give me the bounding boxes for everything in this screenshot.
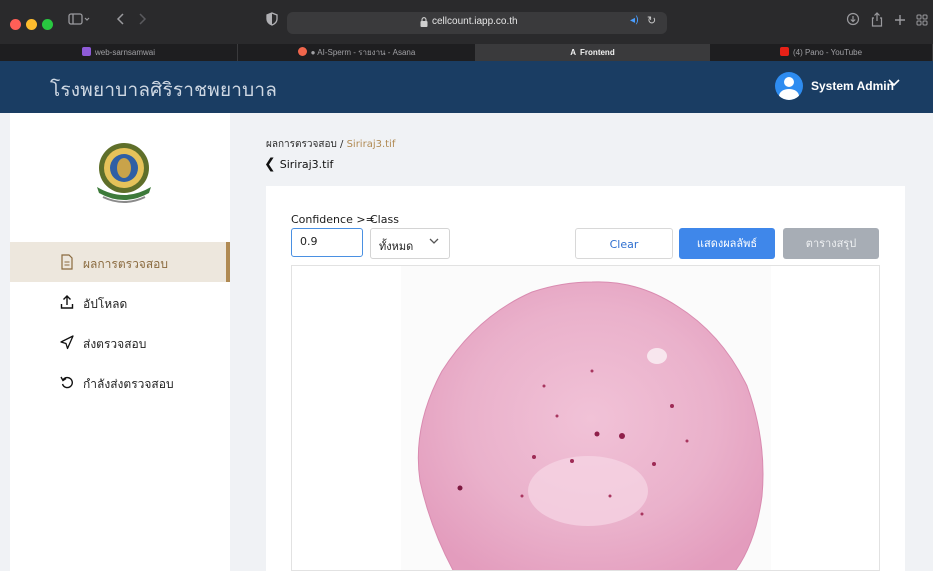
user-name[interactable]: System Admin	[811, 79, 894, 93]
send-icon	[59, 334, 75, 350]
app-header: โรงพยาบาลศิริราชพยาบาล System Admin	[0, 61, 933, 113]
tab-favicon-icon	[81, 47, 91, 56]
sidebar: ผลการตรวจสอบ อัปโหลด ส่งตรวจสอบ กำลังส่ง…	[10, 113, 230, 571]
browser-tab-asana[interactable]: ● AI-Sperm - รายงาน - Asana	[238, 44, 476, 61]
minimize-window-button[interactable]	[26, 19, 37, 30]
breadcrumb-parent-link[interactable]: ผลการตรวจสอบ	[266, 139, 337, 150]
browser-tab-youtube[interactable]: (4) Pano - YouTube	[710, 44, 933, 61]
browser-titlebar: cellcount.iapp.co.th ◂) ↻	[0, 0, 933, 44]
url-text: cellcount.iapp.co.th	[432, 16, 518, 27]
sidebar-item-upload[interactable]: อัปโหลด	[10, 282, 230, 322]
tab-favicon-icon	[297, 47, 307, 56]
confidence-label: Confidence >=	[291, 213, 375, 226]
summary-table-button[interactable]: ตารางสรุป	[783, 228, 879, 259]
sidebar-item-label: ผลการตรวจสอบ	[83, 257, 168, 271]
back-nav-icon[interactable]	[116, 12, 126, 32]
tab-label: (4) Pano - YouTube	[792, 48, 863, 57]
show-results-button[interactable]: แสดงผลลัพธ์	[679, 228, 775, 259]
tab-label: Frontend	[580, 48, 615, 57]
class-select[interactable]: ทั้งหมด	[370, 228, 450, 259]
forward-nav-icon[interactable]	[137, 12, 147, 32]
document-icon	[59, 254, 75, 270]
breadcrumb: ผลการตรวจสอบ / Siriraj3.tif	[266, 137, 395, 152]
breadcrumb-current: Siriraj3.tif	[346, 139, 396, 150]
class-label: Class	[370, 213, 399, 226]
reload-icon[interactable]: ↻	[647, 14, 656, 27]
sidebar-item-sending[interactable]: กำลังส่งตรวจสอบ	[10, 362, 230, 402]
zoom-window-button[interactable]	[42, 19, 53, 30]
tab-label: web-sarnsamwai	[94, 48, 156, 57]
new-tab-icon[interactable]	[894, 12, 906, 32]
angular-logo-icon: A	[570, 48, 577, 57]
browser-tab-strip: web-sarnsamwai ● AI-Sperm - รายงาน - Asa…	[0, 44, 933, 61]
sidebar-item-label: กำลังส่งตรวจสอบ	[83, 377, 174, 391]
chevron-down-icon	[429, 237, 439, 248]
browser-tab-frontend[interactable]: A Frontend	[476, 44, 710, 61]
browser-tab-web-sarnsamwai[interactable]: web-sarnsamwai	[0, 44, 238, 61]
sidebar-item-label: ส่งตรวจสอบ	[83, 337, 147, 351]
class-select-value: ทั้งหมด	[379, 240, 414, 253]
sidebar-toggle-icon[interactable]	[68, 12, 90, 32]
chevron-left-icon[interactable]: ❮	[264, 156, 276, 172]
breadcrumb-separator: /	[336, 139, 347, 150]
tissue-slide-image	[417, 281, 764, 570]
share-icon[interactable]	[870, 12, 884, 34]
refresh-icon	[59, 374, 75, 390]
upload-icon	[59, 294, 75, 310]
back-row[interactable]: ❮ Siriraj3.tif	[264, 156, 333, 172]
clear-button[interactable]: Clear	[575, 228, 673, 259]
tab-label: ● AI-Sperm - รายงาน - Asana	[310, 48, 416, 57]
youtube-favicon-icon	[779, 47, 789, 56]
privacy-shield-icon[interactable]	[266, 12, 278, 32]
tab-overview-icon[interactable]	[916, 12, 928, 32]
hospital-title: โรงพยาบาลศิริราชพยาบาล	[50, 79, 278, 101]
lock-icon	[420, 17, 428, 27]
sidebar-item-label: อัปโหลด	[83, 297, 128, 311]
chevron-down-icon[interactable]	[888, 77, 900, 91]
results-card: Confidence >= Class 0.9 ทั้งหมด Clear แส…	[266, 186, 905, 571]
address-bar[interactable]: cellcount.iapp.co.th ◂) ↻	[287, 12, 667, 34]
sidebar-item-send[interactable]: ส่งตรวจสอบ	[10, 322, 230, 362]
image-viewer[interactable]	[291, 265, 880, 571]
confidence-input[interactable]: 0.9	[291, 228, 363, 257]
sidebar-item-results[interactable]: ผลการตรวจสอบ	[10, 242, 230, 282]
hospital-logo	[97, 143, 151, 203]
download-icon[interactable]	[846, 12, 860, 32]
close-window-button[interactable]	[10, 19, 21, 30]
audio-playing-icon[interactable]: ◂)	[630, 15, 639, 26]
user-avatar[interactable]	[775, 72, 803, 100]
file-title: Siriraj3.tif	[279, 158, 334, 171]
